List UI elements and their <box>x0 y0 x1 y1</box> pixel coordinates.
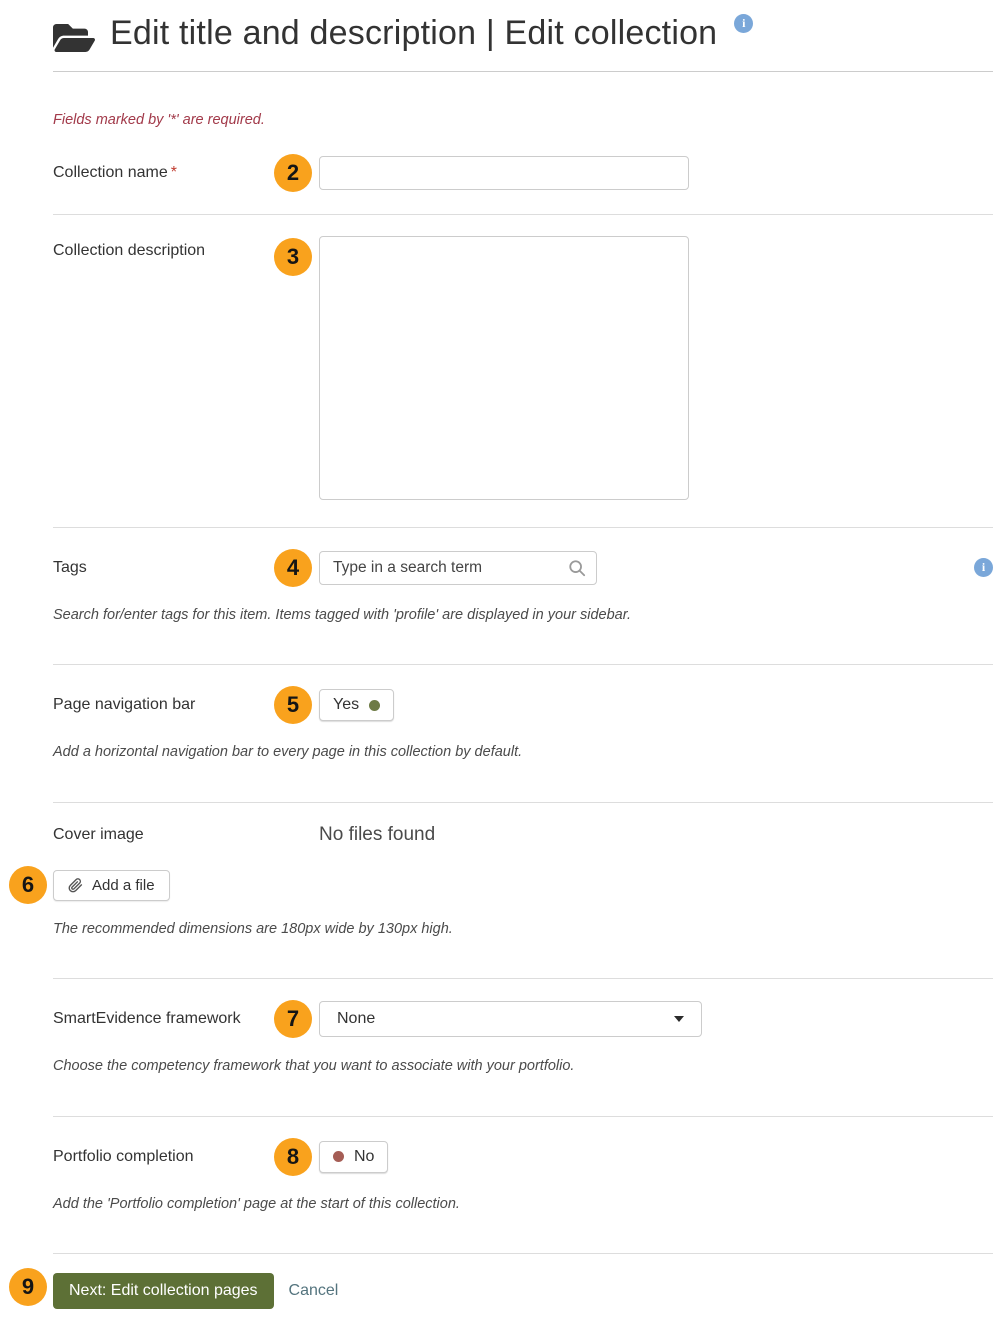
page-navigation-help-text: Add a horizontal navigation bar to every… <box>53 744 993 760</box>
step-badge-9: 9 <box>9 1268 47 1306</box>
required-fields-note: Fields marked by '*' are required. <box>53 112 993 128</box>
step-badge-5: 5 <box>274 686 312 724</box>
add-file-button-label: Add a file <box>92 877 155 894</box>
tags-search-input[interactable] <box>319 551 597 585</box>
smartevidence-select[interactable]: None <box>319 1001 702 1037</box>
toggle-on-dot <box>369 700 380 711</box>
search-icon <box>568 559 586 577</box>
collection-description-textarea[interactable] <box>319 236 689 500</box>
page-navigation-toggle[interactable]: Yes <box>319 689 394 721</box>
form-actions: 9 Next: Edit collection pages Cancel <box>53 1254 993 1320</box>
edit-collection-page: Edit title and description | Edit collec… <box>0 0 1004 1320</box>
no-files-found-text: No files found <box>319 824 435 846</box>
page-header: Edit title and description | Edit collec… <box>53 0 993 72</box>
step-badge-7: 7 <box>274 1000 312 1038</box>
portfolio-completion-help-text: Add the 'Portfolio completion' page at t… <box>53 1196 993 1212</box>
collection-name-input[interactable] <box>319 156 689 190</box>
cover-image-label: Cover image <box>53 826 319 844</box>
collection-description-row: Collection description 3 <box>53 215 993 528</box>
chevron-down-icon <box>674 1016 684 1022</box>
tags-search-wrap <box>319 551 597 585</box>
paperclip-icon <box>68 878 83 893</box>
next-edit-collection-pages-button[interactable]: Next: Edit collection pages <box>53 1273 274 1309</box>
add-file-button[interactable]: Add a file <box>53 870 170 901</box>
portfolio-completion-toggle[interactable]: No <box>319 1141 388 1173</box>
portfolio-completion-toggle-label: No <box>354 1148 374 1166</box>
step-badge-6: 6 <box>9 866 47 904</box>
folder-open-icon <box>53 19 95 57</box>
step-badge-2: 2 <box>274 154 312 192</box>
smartevidence-selected-value: None <box>337 1010 375 1028</box>
smartevidence-help-text: Choose the competency framework that you… <box>53 1058 993 1074</box>
info-icon[interactable]: i <box>734 14 753 33</box>
step-badge-4: 4 <box>274 549 312 587</box>
step-badge-8: 8 <box>274 1138 312 1176</box>
portfolio-completion-row: Portfolio completion 8 No Add the 'Portf… <box>53 1117 993 1255</box>
collection-description-label: Collection description <box>53 242 274 260</box>
tags-help-text: Search for/enter tags for this item. Ite… <box>53 607 993 623</box>
page-navigation-row: Page navigation bar 5 Yes Add a horizont… <box>53 665 993 803</box>
cover-image-row: Cover image No files found 6 Add a file … <box>53 803 993 980</box>
tags-info-icon[interactable]: i <box>974 558 993 577</box>
required-asterisk: * <box>171 164 177 181</box>
cancel-link[interactable]: Cancel <box>289 1282 339 1300</box>
tags-label: Tags <box>53 559 274 577</box>
page-navigation-label: Page navigation bar <box>53 696 274 714</box>
portfolio-completion-label: Portfolio completion <box>53 1148 274 1166</box>
toggle-off-dot <box>333 1151 344 1162</box>
smartevidence-label: SmartEvidence framework <box>53 1010 274 1028</box>
step-badge-3: 3 <box>274 238 312 276</box>
page-navigation-toggle-label: Yes <box>333 696 359 714</box>
collection-name-label: Collection name* <box>53 164 274 182</box>
page-title: Edit title and description | Edit collec… <box>110 10 717 58</box>
collection-name-row: Collection name* 2 <box>53 138 993 215</box>
tags-row: Tags 4 i Search for/enter tags for this … <box>53 528 993 666</box>
smartevidence-row: SmartEvidence framework 7 None Choose th… <box>53 979 993 1117</box>
cover-image-help-text: The recommended dimensions are 180px wid… <box>53 921 993 937</box>
